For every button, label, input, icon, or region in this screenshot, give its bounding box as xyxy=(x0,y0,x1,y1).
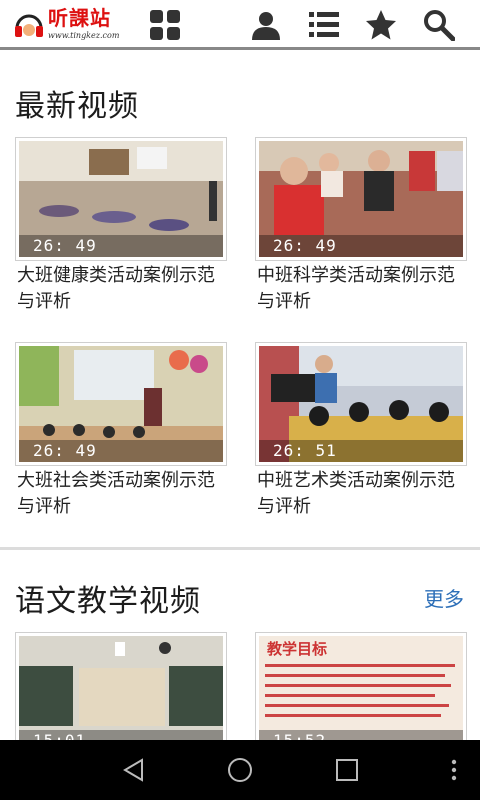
video-title[interactable]: 中班科学类活动案例示范与评析 xyxy=(257,263,469,315)
grid-icon[interactable] xyxy=(148,8,182,42)
recents-icon[interactable] xyxy=(329,754,365,786)
video-duration: 15:01 xyxy=(33,731,86,740)
video-thumbnail[interactable]: 26: 49 xyxy=(255,137,467,261)
video-title[interactable]: 大班社会类活动案例示范与评析 xyxy=(17,468,229,520)
overflow-menu-icon[interactable] xyxy=(436,754,472,786)
list-icon[interactable] xyxy=(307,8,341,42)
system-navigation-bar xyxy=(0,740,480,800)
headphones-logo-icon xyxy=(15,14,43,37)
video-duration: 26: 51 xyxy=(273,441,337,460)
section-title-chinese-teaching: 语文教学视频 xyxy=(15,584,201,619)
content-area[interactable]: 最新视频 26: 49 大班健康类活动案例示范与评析 26: 49 中班科学类活… xyxy=(0,53,480,740)
thumbnail-heading: 教学目标 xyxy=(267,640,328,658)
video-duration: 26: 49 xyxy=(33,236,97,255)
video-title[interactable]: 中班艺术类活动案例示范与评析 xyxy=(257,468,469,520)
section-divider xyxy=(0,547,480,550)
video-duration: 26: 49 xyxy=(273,236,337,255)
home-icon[interactable] xyxy=(222,754,258,786)
site-logo[interactable]: 听課站 www.tingkez.com xyxy=(12,6,128,46)
section-title-latest: 最新视频 xyxy=(15,89,139,124)
back-icon[interactable] xyxy=(116,754,152,786)
user-icon[interactable] xyxy=(249,8,283,42)
search-icon[interactable] xyxy=(422,8,456,42)
video-duration: 15:52 xyxy=(273,731,326,740)
video-duration: 26: 49 xyxy=(33,441,97,460)
logo-text: 听課站 xyxy=(48,6,111,30)
video-thumbnail[interactable]: 26: 51 xyxy=(255,342,467,466)
video-title[interactable]: 大班健康类活动案例示范与评析 xyxy=(17,263,229,315)
video-thumbnail[interactable]: 26: 49 xyxy=(15,137,227,261)
video-thumbnail[interactable]: 15:01 xyxy=(15,632,227,740)
top-bar: 听課站 www.tingkez.com xyxy=(0,0,480,50)
logo-url: www.tingkez.com xyxy=(48,31,120,40)
video-thumbnail[interactable]: 教学目标 15:52 xyxy=(255,632,467,740)
more-link[interactable]: 更多 xyxy=(424,583,464,612)
video-thumbnail[interactable]: 26: 49 xyxy=(15,342,227,466)
star-icon[interactable] xyxy=(364,8,398,42)
